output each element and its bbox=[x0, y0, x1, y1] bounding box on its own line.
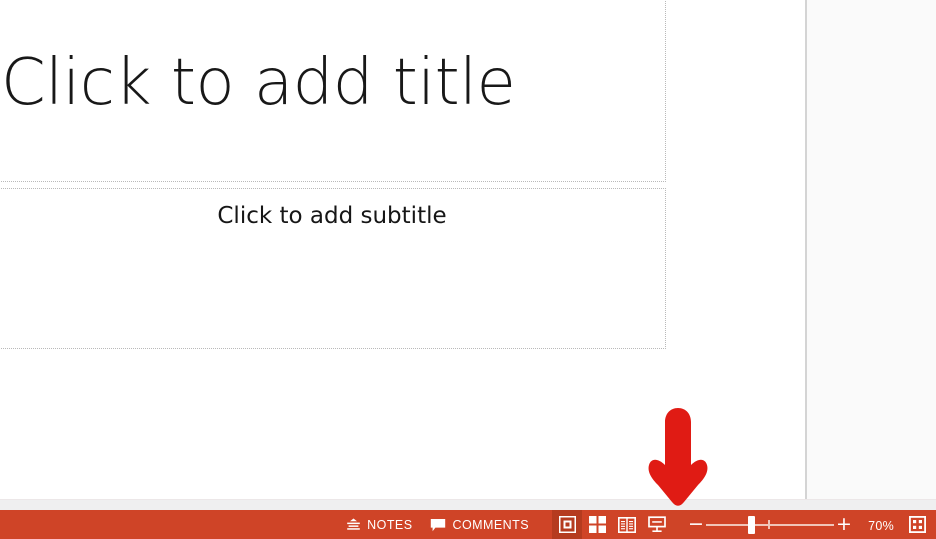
fit-to-window-icon bbox=[908, 516, 926, 533]
right-side-pane bbox=[807, 0, 936, 499]
workspace-bottom-strip bbox=[0, 499, 936, 510]
subtitle-placeholder-text: Click to add subtitle bbox=[217, 203, 447, 229]
slide-sorter-icon bbox=[588, 516, 606, 533]
fit-slide-to-window-button[interactable] bbox=[902, 510, 932, 539]
comment-bubble-icon bbox=[430, 518, 446, 532]
zoom-slider[interactable] bbox=[706, 510, 834, 539]
title-placeholder-text: Click to add title bbox=[1, 46, 516, 121]
zoom-controls: − + bbox=[686, 510, 854, 539]
editing-workspace: Click to add title Click to add subtitle bbox=[0, 0, 936, 510]
comments-label: COMMENTS bbox=[452, 518, 529, 533]
status-bar: NOTES COMMENTS − + 70% bbox=[0, 510, 936, 539]
view-buttons-group bbox=[552, 510, 672, 539]
notes-button[interactable]: NOTES bbox=[337, 510, 421, 539]
zoom-slider-midpoint-tick bbox=[768, 520, 770, 529]
normal-view-button[interactable] bbox=[552, 510, 582, 539]
notes-label: NOTES bbox=[367, 518, 413, 533]
reading-view-button[interactable] bbox=[612, 510, 642, 539]
normal-view-icon bbox=[558, 516, 576, 533]
slide-canvas[interactable]: Click to add title Click to add subtitle bbox=[0, 0, 807, 499]
slide-sorter-view-button[interactable] bbox=[582, 510, 612, 539]
zoom-slider-rail bbox=[706, 524, 834, 526]
comments-button[interactable]: COMMENTS bbox=[421, 510, 538, 539]
slide-show-view-button[interactable] bbox=[642, 510, 672, 539]
reading-view-icon bbox=[618, 516, 636, 533]
title-placeholder[interactable]: Click to add title bbox=[0, 0, 666, 182]
zoom-in-button[interactable]: + bbox=[834, 510, 854, 539]
powerpoint-window: Click to add title Click to add subtitle bbox=[0, 0, 936, 539]
zoom-level-label[interactable]: 70% bbox=[860, 519, 896, 533]
notes-icon bbox=[346, 518, 361, 532]
subtitle-placeholder[interactable]: Click to add subtitle bbox=[0, 188, 666, 349]
zoom-out-button[interactable]: − bbox=[686, 510, 706, 539]
zoom-slider-handle[interactable] bbox=[748, 516, 755, 534]
slide-show-icon bbox=[648, 516, 666, 533]
